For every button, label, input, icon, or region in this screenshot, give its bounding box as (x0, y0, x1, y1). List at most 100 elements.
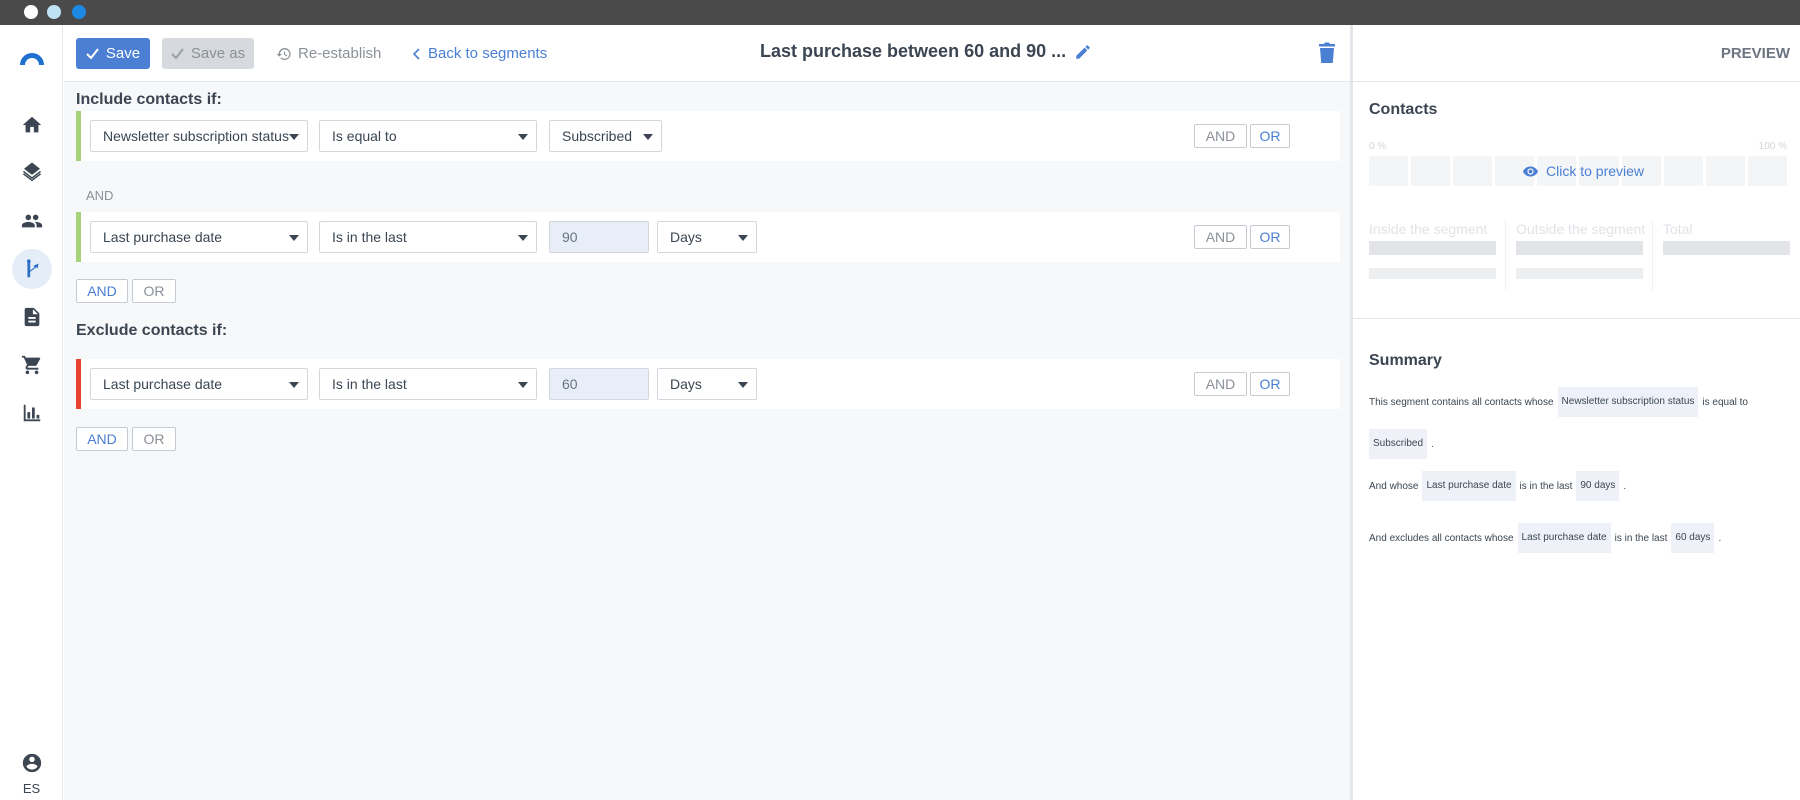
include-rule-bar (76, 212, 81, 262)
eye-icon (1523, 166, 1538, 176)
rule-and-button[interactable]: AND (1194, 124, 1247, 148)
add-or-group-button[interactable]: OR (132, 427, 176, 451)
unit-select-value: Days (670, 229, 702, 245)
trash-icon[interactable] (1318, 42, 1336, 64)
panel-divider (1353, 318, 1800, 319)
add-and-group-button[interactable]: AND (76, 279, 128, 303)
add-or-group-button[interactable]: OR (132, 279, 176, 303)
summary-chip: 90 days (1576, 471, 1620, 501)
check-icon (86, 48, 99, 59)
field-select[interactable]: Last purchase date (90, 368, 308, 400)
preview-panel: PREVIEW Contacts 0 % 100 % Click to prev… (1350, 25, 1800, 800)
summary-text: And whose (1369, 480, 1419, 492)
nav-segments[interactable] (12, 249, 52, 289)
preview-label[interactable]: PREVIEW (1721, 45, 1790, 62)
window-minimize-button[interactable] (47, 5, 61, 19)
value-input[interactable]: 60 (549, 368, 649, 400)
save-as-button[interactable]: Save as (162, 38, 254, 69)
summary-chip: Last purchase date (1517, 523, 1611, 553)
pct-min-label: 0 % (1369, 141, 1387, 152)
operator-select[interactable]: Is in the last (319, 221, 537, 253)
summary-text: . (1718, 532, 1722, 544)
rule-and-button[interactable]: AND (1194, 372, 1247, 396)
stat-divider (1505, 220, 1506, 290)
save-button[interactable]: Save (76, 38, 150, 69)
preview-bar-cell (1747, 156, 1787, 186)
summary-text: is equal to (1702, 396, 1748, 408)
unit-select[interactable]: Days (657, 368, 757, 400)
field-select-value: Newsletter subscription status (103, 128, 289, 144)
rule-or-button[interactable]: OR (1250, 372, 1290, 396)
window-titlebar (0, 0, 1800, 25)
operator-select[interactable]: Is equal to (319, 120, 537, 152)
window-close-button[interactable] (24, 5, 38, 19)
preview-header: PREVIEW (1353, 25, 1800, 82)
rule-or-button[interactable]: OR (1250, 124, 1290, 148)
total-label: Total (1663, 221, 1693, 237)
nav-shop[interactable] (12, 345, 52, 385)
nav-reports[interactable] (12, 393, 52, 433)
operator-select[interactable]: Is in the last (319, 368, 537, 400)
bar-chart-icon (23, 404, 41, 422)
include-rule: Last purchase date Is in the last 90 Day… (76, 212, 1340, 262)
unit-select[interactable]: Days (657, 221, 757, 253)
rule-connector: AND (86, 188, 114, 203)
window-maximize-button[interactable] (72, 5, 86, 19)
segment-editor: Include contacts if: Newsletter subscrip… (64, 82, 1350, 800)
add-and-group-button[interactable]: AND (76, 427, 128, 451)
field-select[interactable]: Newsletter subscription status (90, 120, 308, 152)
operator-select-value: Is equal to (332, 128, 397, 144)
summary-chip: Subscribed (1369, 429, 1428, 459)
nav-home[interactable] (12, 105, 52, 145)
caret-down-icon (289, 134, 299, 140)
home-icon (22, 116, 42, 133)
document-icon (24, 307, 40, 327)
stat-divider (1652, 220, 1653, 290)
rule-or-button[interactable]: OR (1250, 225, 1290, 249)
rule-and-button[interactable]: AND (1194, 225, 1247, 249)
nav-account[interactable] (12, 751, 52, 775)
include-rule: Newsletter subscription status Is equal … (76, 111, 1340, 161)
value-input[interactable]: 90 (549, 221, 649, 253)
re-establish-button[interactable]: Re-establish (276, 38, 381, 69)
logo-icon[interactable] (17, 43, 47, 73)
preview-bar-cell (1663, 156, 1703, 186)
history-icon (276, 47, 291, 60)
value-select[interactable]: Subscribed (549, 120, 662, 152)
summary-chip: 60 days (1671, 523, 1715, 553)
caret-down-icon (289, 235, 299, 241)
re-establish-label: Re-establish (298, 45, 382, 62)
field-select[interactable]: Last purchase date (90, 221, 308, 253)
pencil-icon[interactable] (1074, 43, 1092, 61)
cart-icon (21, 355, 41, 375)
summary-line-1: This segment contains all contacts whose… (1369, 387, 1748, 417)
nav-layers[interactable] (12, 153, 52, 193)
summary-line-3: And whose Last purchase date is in the l… (1369, 471, 1626, 501)
summary-text: is in the last (1519, 480, 1573, 492)
left-navigation: ES (0, 25, 63, 800)
caret-down-icon (518, 235, 528, 241)
outside-skeleton (1516, 241, 1643, 255)
language-label[interactable]: ES (0, 781, 63, 796)
people-icon (21, 214, 43, 228)
field-select-value: Last purchase date (103, 229, 223, 245)
back-label: Back to segments (428, 45, 548, 62)
preview-bar-cell (1453, 156, 1493, 186)
total-skeleton (1663, 241, 1790, 255)
nav-documents[interactable] (12, 297, 52, 337)
summary-text: is in the last (1614, 532, 1668, 544)
check-icon (171, 48, 184, 59)
nav-contacts[interactable] (12, 201, 52, 241)
exclude-rule-bar (76, 359, 81, 409)
click-to-preview-button[interactable]: Click to preview (1523, 163, 1644, 179)
inside-skeleton-sub (1369, 268, 1496, 279)
pct-max-label: 100 % (1758, 141, 1787, 152)
include-title: Include contacts if: (76, 91, 222, 108)
summary-chip: Last purchase date (1422, 471, 1516, 501)
summary-line-4: And excludes all contacts whose Last pur… (1369, 523, 1721, 553)
back-to-segments-link[interactable]: Back to segments (412, 38, 547, 69)
summary-text: And excludes all contacts whose (1369, 532, 1514, 544)
field-select-value: Last purchase date (103, 376, 223, 392)
summary-text: . (1623, 480, 1627, 492)
summary-chip: Newsletter subscription status (1557, 387, 1699, 417)
